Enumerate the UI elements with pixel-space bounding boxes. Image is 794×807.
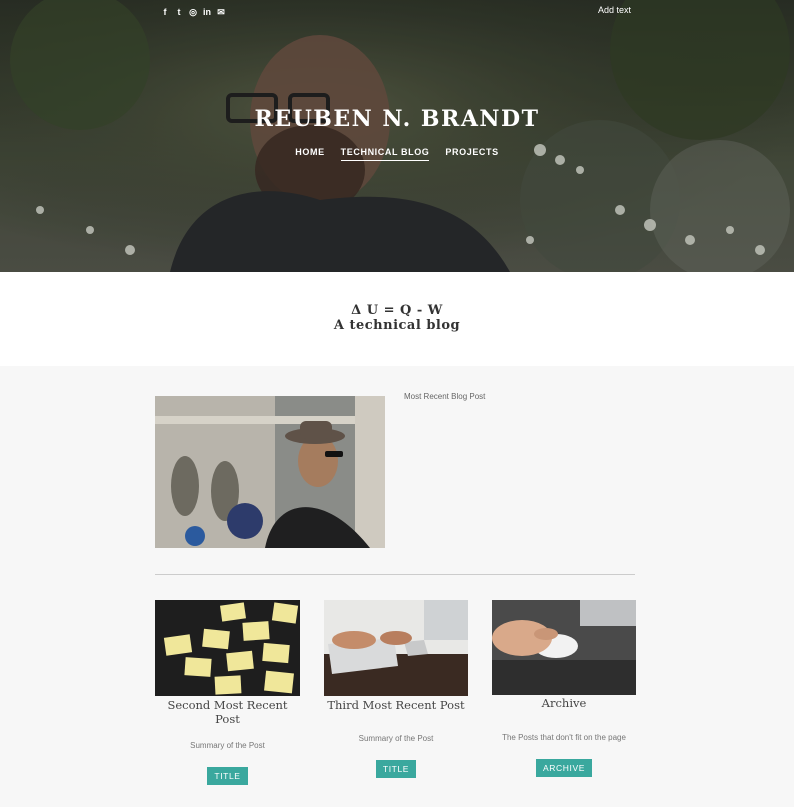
post-summary: Summary of the Post [358, 734, 434, 743]
post-title[interactable]: Third Most Recent Post [324, 698, 468, 712]
social-links: f t ◎ in ✉ [160, 7, 226, 18]
hero-banner: f t ◎ in ✉ Add text REUBEN N. BRANDT HOM… [0, 0, 794, 272]
post-thumbnail[interactable] [324, 600, 468, 696]
archive-thumbnail[interactable] [492, 600, 636, 695]
post-card-second: Second Most Recent Post Summary of the P… [155, 600, 300, 785]
post-summary: Summary of the Post [190, 741, 265, 750]
facebook-icon[interactable]: f [160, 7, 170, 18]
nav-technical-blog[interactable]: TECHNICAL BLOG [340, 147, 430, 161]
archive-summary: The Posts that don't fit on the page [502, 733, 626, 742]
featured-post-image[interactable] [155, 396, 385, 548]
tagline-subtitle: A technical blog [333, 318, 461, 333]
title-button[interactable]: TITLE [207, 767, 248, 785]
mail-icon[interactable]: ✉ [216, 7, 226, 18]
linkedin-icon[interactable]: in [202, 7, 212, 18]
site-title[interactable]: REUBEN N. BRANDT [0, 106, 794, 132]
post-thumbnail[interactable] [155, 600, 300, 696]
add-text-link[interactable]: Add text [598, 5, 631, 15]
section-divider [155, 574, 635, 575]
archive-card: Archive The Posts that don't fit on the … [492, 600, 636, 777]
post-card-third: Third Most Recent Post Summary of the Po… [324, 600, 468, 778]
nav-projects[interactable]: PROJECTS [445, 147, 498, 161]
archive-title[interactable]: Archive [492, 696, 636, 710]
hero-background-image [0, 0, 794, 272]
main-nav: HOME TECHNICAL BLOG PROJECTS [0, 147, 794, 161]
post-title[interactable]: Second Most Recent Post [155, 698, 300, 726]
tagline-section: Δ U = Q - W A technical blog [0, 272, 794, 366]
instagram-icon[interactable]: ◎ [188, 7, 198, 18]
nav-home[interactable]: HOME [295, 147, 324, 161]
title-button[interactable]: TITLE [375, 760, 417, 778]
archive-button[interactable]: ARCHIVE [536, 759, 592, 777]
tagline-equation: Δ U = Q - W [351, 303, 443, 318]
twitter-icon[interactable]: t [174, 7, 184, 18]
most-recent-post-label[interactable]: Most Recent Blog Post [404, 392, 485, 401]
